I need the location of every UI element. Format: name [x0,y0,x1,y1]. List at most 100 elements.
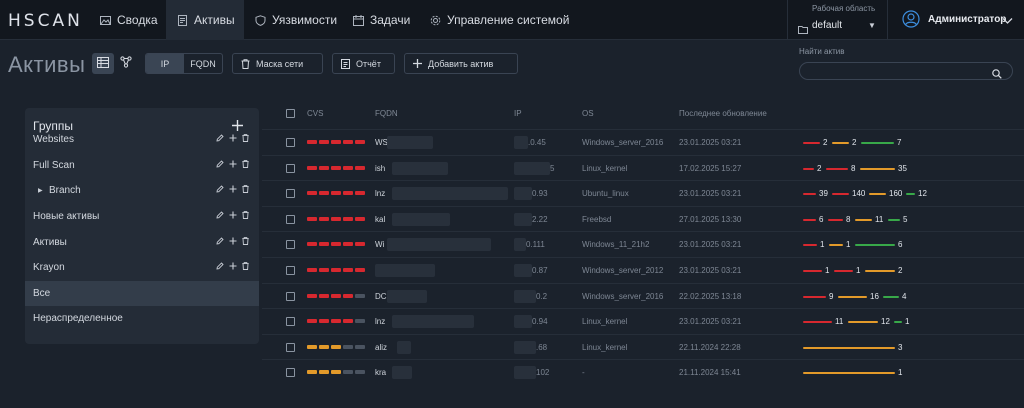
column-header-ip[interactable]: IP [514,109,522,118]
updated-cell: 23.01.2025 03:21 [679,317,742,326]
row-checkbox[interactable] [286,215,295,224]
user-name: Администратор [928,14,1007,25]
table-row[interactable]: Wi 0.111 Windows_11_21h2 23.01.2025 03:21 1 1… [262,231,1024,256]
graph-view-toggle[interactable] [115,53,137,74]
cvss-segment [355,268,365,272]
nav-item-assets[interactable]: Активы [166,0,244,40]
row-checkbox[interactable] [286,164,295,173]
delete-icon[interactable] [242,160,249,171]
row-checkbox[interactable] [286,189,295,198]
vuln-count: 3 [898,343,903,352]
row-checkbox[interactable] [286,368,295,377]
redacted-fqdn [392,315,474,328]
edit-icon[interactable] [216,211,224,222]
delete-icon[interactable] [242,211,249,222]
group-label: Нераспределенное [33,313,123,324]
edit-icon[interactable] [216,237,224,248]
cvss-segment [355,294,365,298]
vuln-count-line [860,168,895,170]
table-row[interactable]: 0.87 Windows_server_2012 23.01.2025 03:21 1… [262,257,1024,282]
delete-icon[interactable] [242,262,249,273]
table-view-toggle[interactable] [92,53,114,74]
os-cell: Linux_kernel [582,164,628,173]
add-subgroup-icon[interactable] [229,262,237,273]
cvss-segment [319,319,329,323]
column-header-os[interactable]: OS [582,109,594,118]
search-input[interactable] [799,62,1013,80]
ip-toggle-button[interactable]: IP [146,54,184,73]
add-subgroup-icon[interactable] [229,185,237,196]
delete-icon[interactable] [242,185,249,196]
updated-cell: 23.01.2025 03:21 [679,189,742,198]
group-item[interactable]: ▶ Branch [25,178,259,203]
graph-view-icon [120,55,132,73]
trash-icon [241,58,250,69]
updated-cell: 23.01.2025 03:21 [679,266,742,275]
nav-item-system-management[interactable]: Управление системой [421,0,571,40]
vuln-count: 1 [825,266,830,275]
column-header-updated[interactable]: Последнее обновление [679,109,767,118]
add-asset-button-label: Добавить актив [428,58,494,69]
group-item[interactable]: Full Scan [25,153,259,178]
group-item[interactable]: Активы [25,230,259,255]
updated-cell: 22.11.2024 22:28 [679,343,741,352]
redacted-ip [514,238,526,251]
netmask-button[interactable]: Маска сети [232,53,323,74]
table-row[interactable]: WS .0.45 Windows_server_2016 23.01.2025 03:… [262,129,1024,154]
group-item[interactable]: Krayon [25,255,259,280]
cvss-segment [331,294,341,298]
edit-icon[interactable] [216,185,224,196]
group-item[interactable]: Новые активы [25,204,259,229]
row-checkbox[interactable] [286,292,295,301]
row-checkbox[interactable] [286,266,295,275]
ip-cell: 0.2 [536,292,548,301]
table-row[interactable]: ish 5 Linux_kernel 17.02.2025 15:27 2 8 35 [262,155,1024,180]
group-item[interactable]: Websites [25,127,259,152]
gear-icon [430,15,441,26]
nav-item-summary[interactable]: Сводка [90,0,164,40]
app-logo[interactable]: HSCAN [8,11,83,31]
vuln-count-line [834,270,853,272]
table-row[interactable]: lnz 0.93 Ubuntu_linux 23.01.2025 03:21 39 140… [262,180,1024,205]
column-header-cvss[interactable]: CVS [307,109,323,118]
caret-right-icon[interactable]: ▶ [38,187,43,194]
table-row[interactable]: lnz 0.94 Linux_kernel 23.01.2025 03:21 11 12 1 [262,308,1024,333]
group-actions [216,262,249,273]
cvss-segment [319,140,329,144]
edit-icon[interactable] [216,160,224,171]
cvss-segment [319,268,329,272]
group-item[interactable]: Все [25,281,259,306]
add-asset-button[interactable]: Добавить актив [404,53,518,74]
workspace-selector[interactable]: Рабочая область default ▼ [787,0,887,40]
user-menu[interactable]: Администратор [887,0,1024,40]
add-subgroup-icon[interactable] [229,237,237,248]
cvss-severity-bar [307,319,365,323]
select-all-checkbox[interactable] [286,109,295,118]
cvss-segment [355,140,365,144]
row-checkbox[interactable] [286,317,295,326]
edit-icon[interactable] [216,134,224,145]
table-row[interactable]: aliz .68 Linux_kernel 22.11.2024 22:28 3 [262,334,1024,359]
add-subgroup-icon[interactable] [229,211,237,222]
delete-icon[interactable] [242,237,249,248]
table-row[interactable]: kra 102 - 21.11.2024 15:41 1 [262,359,1024,384]
report-button[interactable]: Отчёт [332,53,395,74]
cvss-segment [343,140,353,144]
row-checkbox[interactable] [286,138,295,147]
column-header-fqdn[interactable]: FQDN [375,109,398,118]
nav-item-tasks[interactable]: Задачи [341,0,421,40]
edit-icon[interactable] [216,262,224,273]
vuln-count: 1 [846,240,851,249]
row-checkbox[interactable] [286,240,295,249]
nav-item-vulnerabilities[interactable]: Уязвимости [246,0,341,40]
table-row[interactable]: DC 0.2 Windows_server_2016 22.02.2025 13:18… [262,283,1024,308]
row-checkbox[interactable] [286,343,295,352]
delete-icon[interactable] [242,134,249,145]
fqdn-toggle-button[interactable]: FQDN [184,54,222,73]
group-item[interactable]: Нераспределенное [25,306,259,331]
add-subgroup-icon[interactable] [229,134,237,145]
search-icon[interactable] [992,66,1002,84]
table-row[interactable]: kal 2.22 Freebsd 27.01.2025 13:30 6 8 11 5 [262,206,1024,231]
add-subgroup-icon[interactable] [229,160,237,171]
vuln-count: 2 [898,266,903,275]
